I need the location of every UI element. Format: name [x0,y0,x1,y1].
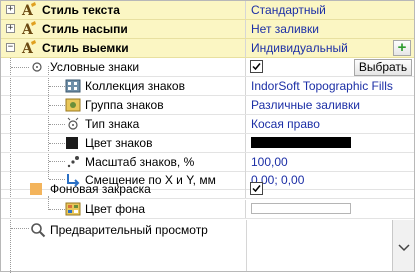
row-value-cell[interactable]: Различные заливки [247,96,414,114]
add-button[interactable]: + [393,40,411,56]
expand-icon[interactable]: + [6,5,15,14]
plus-icon: + [397,39,407,56]
chevron-down-icon [398,244,410,252]
row-label: Тип знака [85,117,140,131]
row-value: Нет заливки [251,22,319,36]
group-icon [65,98,81,112]
row-preview[interactable]: Предварительный просмотр [1,220,414,271]
column-divider [246,220,247,271]
row-value-cell[interactable]: Стандартный [247,1,414,19]
preview-dropdown-button[interactable] [392,220,414,271]
row-name-cell: Коллекция знаков [1,77,246,95]
symbol-color-swatch[interactable] [251,137,351,148]
row-value: Индивидуальный [251,41,348,55]
symbols-checkbox[interactable] [250,60,263,73]
row-background-fill[interactable]: Фоновая закраска [1,180,414,199]
row-label: Стиль насыпи [42,22,128,36]
row-symbol-color[interactable]: Цвет знаков [1,134,414,153]
row-name-cell: Масштаб знаков, % [1,153,246,171]
row-name-cell: + A Стиль насыпи [1,20,246,38]
collapse-icon[interactable]: − [6,43,15,52]
row-value-cell[interactable] [247,134,414,152]
select-button-label: Выбрать [358,60,408,74]
row-symbol-group[interactable]: Группа знаков Различные заливки [1,96,414,115]
row-name-cell: Условные знаки [1,58,246,76]
select-button[interactable]: Выбрать [354,59,412,76]
row-label: Цвет знаков [85,136,153,150]
row-value-cell[interactable] [247,180,414,198]
row-label: Предварительный просмотр [50,223,208,237]
row-label: Масштаб знаков, % [85,155,195,169]
text-style-icon: A [21,40,36,56]
collection-icon [65,79,81,93]
checkmark-icon [252,63,261,71]
background-color-icon [65,202,81,216]
row-label: Цвет фона [85,202,146,216]
row-value-cell[interactable]: Косая право [247,115,414,133]
expand-icon[interactable]: + [6,24,15,33]
symbol-type-icon [67,117,79,130]
text-style-icon: A [21,2,36,18]
row-value: Косая право [251,117,320,131]
row-value: Стандартный [251,3,326,17]
background-color-swatch[interactable] [251,203,351,214]
row-name-cell: Фоновая закраска [1,180,246,198]
row-label: Группа знаков [85,98,164,112]
row-text-style[interactable]: + A Стиль текста Стандартный [1,1,414,20]
symbol-marker-icon [32,62,42,72]
row-value: Различные заливки [251,98,360,112]
color-square-icon [66,137,78,149]
row-value-cell[interactable]: IndorSoft Topographic Fills [247,77,414,95]
row-value-cell[interactable] [247,200,414,218]
text-style-icon: A [21,21,36,37]
row-name-cell: Цвет знаков [1,134,246,152]
row-name-cell: Цвет фона [1,200,246,218]
row-value: IndorSoft Topographic Fills [251,79,393,93]
row-name-cell: + A Стиль текста [1,1,246,19]
row-symbol-collection[interactable]: Коллекция знаков IndorSoft Topographic F… [1,77,414,96]
row-symbols[interactable]: Условные знаки Выбрать [1,58,414,77]
row-name-cell: − A Стиль выемки [1,39,246,57]
row-label: Условные знаки [50,60,140,74]
row-name-cell: Группа знаков [1,96,246,114]
row-label: Коллекция знаков [85,79,185,93]
row-value-cell[interactable]: Индивидуальный + [247,39,414,57]
row-label: Фоновая закраска [50,182,151,196]
property-grid: + A Стиль текста Стандартный + A Стиль н… [0,0,415,273]
row-name-cell: Тип знака [1,115,246,133]
row-excavation-style[interactable]: − A Стиль выемки Индивидуальный + [1,39,414,58]
row-background-color[interactable]: Цвет фона [1,200,414,219]
row-label: Стиль выемки [42,41,129,55]
row-symbol-scale[interactable]: Масштаб знаков, % 100,00 [1,153,414,172]
row-value-cell[interactable]: Выбрать [247,58,414,76]
scale-icon [67,156,79,168]
row-value: 100,00 [251,155,288,169]
magnifier-icon [31,223,46,238]
checkmark-icon [252,185,261,193]
background-fill-checkbox[interactable] [250,182,263,195]
background-fill-icon [30,183,42,195]
row-label: Стиль текста [42,3,120,17]
row-embankment-style[interactable]: + A Стиль насыпи Нет заливки [1,20,414,39]
row-value-cell[interactable]: Нет заливки [247,20,414,38]
row-value-cell[interactable]: 100,00 [247,153,414,171]
row-symbol-type[interactable]: Тип знака Косая право [1,115,414,134]
